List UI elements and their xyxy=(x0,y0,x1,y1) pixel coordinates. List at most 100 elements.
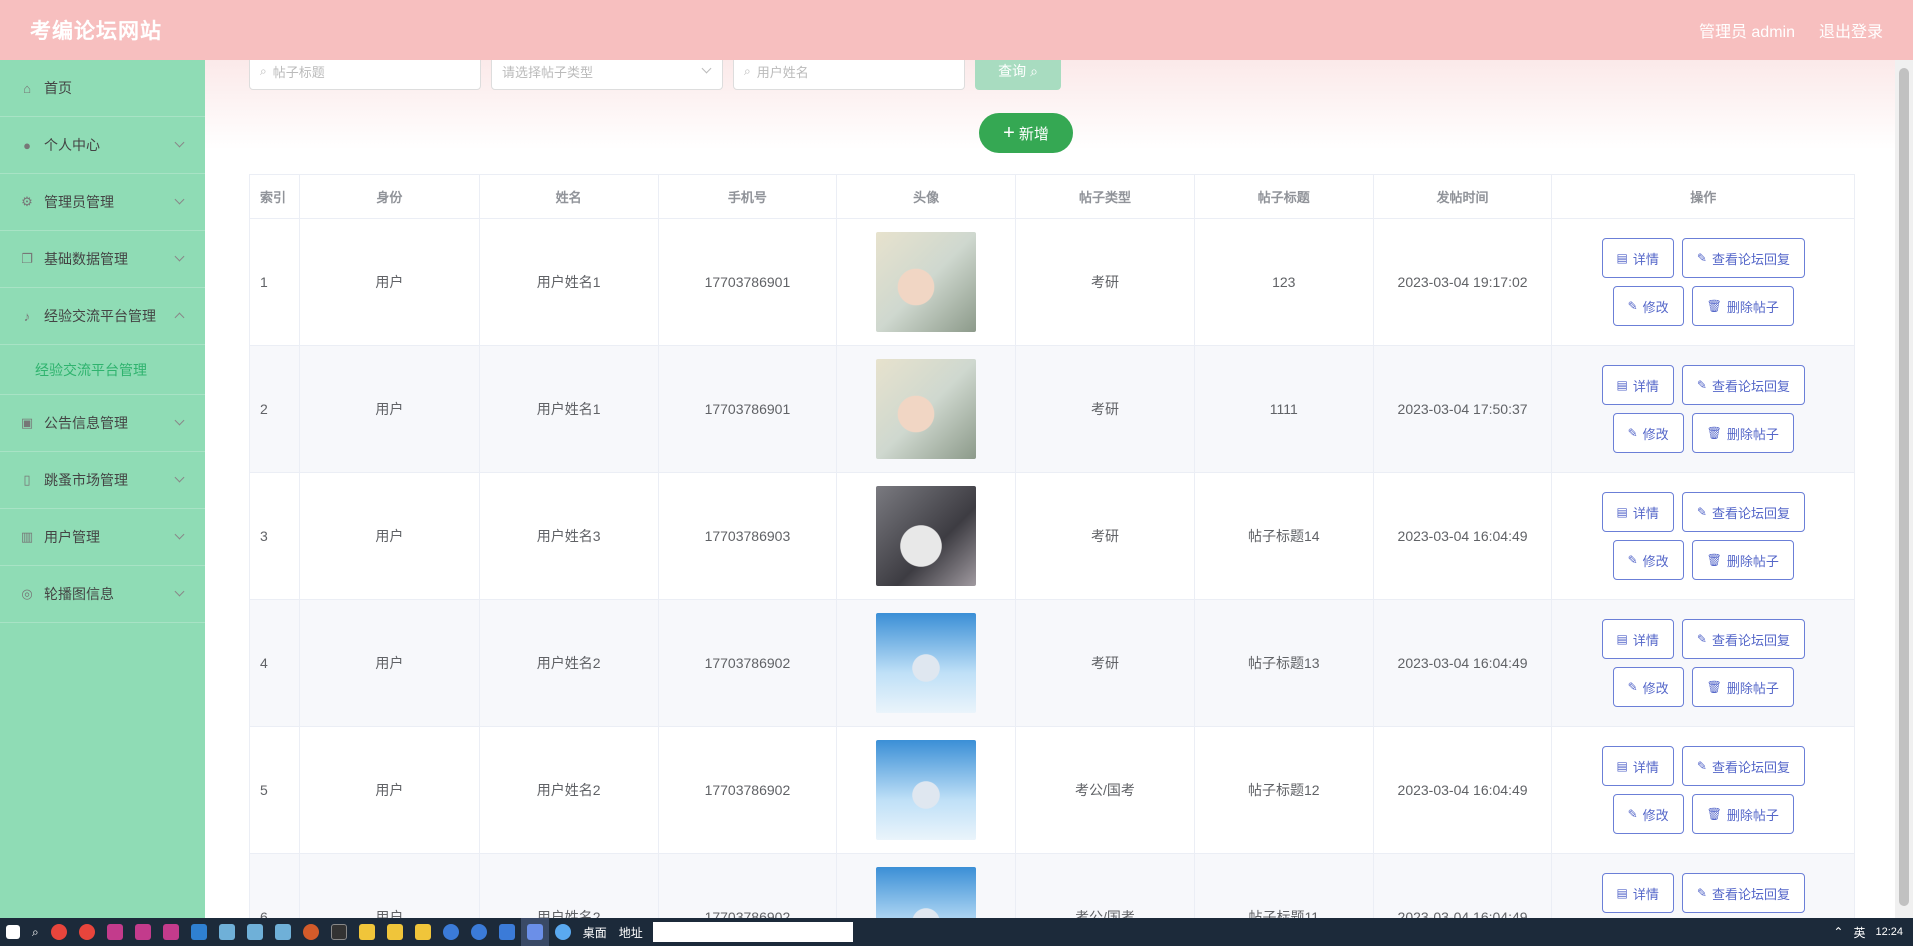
name-cell: 用户姓名1 xyxy=(480,346,659,472)
taskbar-app[interactable] xyxy=(185,918,213,946)
detail-button[interactable]: ▤ 详情 xyxy=(1601,492,1674,532)
taskbar-app[interactable] xyxy=(520,918,549,946)
delete-post-button[interactable]: 🗑 删除帖子 xyxy=(1691,540,1794,580)
posts-table: 索引 身份 姓名 手机号 头像 帖子类型 帖子标题 发帖时间 操作 1 用户 用户姓… xyxy=(249,174,1855,918)
edit-button[interactable]: ✎ 修改 xyxy=(1612,540,1684,580)
edit-button[interactable]: ✎ 修改 xyxy=(1612,286,1684,326)
detail-button[interactable]: ▤ 详情 xyxy=(1601,238,1674,278)
view-reply-label: 查看论坛回复 xyxy=(1711,632,1790,648)
taskbar-app[interactable] xyxy=(297,918,325,946)
top-header: 考编论坛网站 管理员 admin 退出登录 xyxy=(0,0,1913,60)
start-button[interactable] xyxy=(0,918,26,946)
taskbar-app[interactable] xyxy=(325,918,353,946)
trash-icon: 🗑 xyxy=(1706,426,1722,440)
taskbar-app[interactable] xyxy=(269,918,297,946)
app-icon xyxy=(470,924,487,940)
chevron-down-icon xyxy=(174,194,185,205)
app-icon xyxy=(498,924,515,940)
taskbar-app[interactable] xyxy=(353,918,381,946)
edit-button[interactable]: ✎ 修改 xyxy=(1612,667,1684,707)
detail-button[interactable]: ▤ 详情 xyxy=(1601,873,1674,913)
taskbar-app[interactable] xyxy=(409,918,437,946)
sidebar-item-announcements[interactable]: ▣ 公告信息管理 xyxy=(0,395,205,452)
taskbar-app[interactable] xyxy=(73,918,101,946)
post-type-cell: 考研 xyxy=(1016,473,1195,599)
submenu-experience-exchange[interactable]: 经验交流平台管理 xyxy=(0,345,205,395)
taskbar-app[interactable] xyxy=(213,918,241,946)
edit-button[interactable]: ✎ 修改 xyxy=(1612,413,1684,453)
role-cell: 用户 xyxy=(300,600,480,726)
taskbar-app[interactable] xyxy=(45,918,73,946)
view-reply-button[interactable]: ✎ 查看论坛回复 xyxy=(1681,238,1805,278)
ops-line: ✎ 修改 🗑 删除帖子 xyxy=(1612,413,1794,453)
sidebar-item-admin-management[interactable]: ⚙ 管理员管理 xyxy=(0,174,205,231)
sidebar-item-user-management[interactable]: ▥ 用户管理 xyxy=(0,509,205,566)
delete-post-button[interactable]: 🗑 删除帖子 xyxy=(1691,413,1794,453)
sidebar-item-flea-market[interactable]: ▯ 跳蚤市场管理 xyxy=(0,452,205,509)
clock-time: 12:24 xyxy=(1875,925,1903,938)
address-input[interactable] xyxy=(652,922,853,942)
taskbar-app[interactable] xyxy=(549,918,577,946)
address-toolbar[interactable]: 地址 xyxy=(613,918,859,946)
view-reply-button[interactable]: ✎ 查看论坛回复 xyxy=(1681,365,1805,405)
taskbar-app[interactable] xyxy=(129,918,157,946)
add-button[interactable]: + 新增 xyxy=(979,113,1073,153)
tray-chevron-icon[interactable]: ⌃ xyxy=(1833,925,1843,939)
search-icon: ⌕ xyxy=(260,63,267,78)
post-title-cell: 帖子标题14 xyxy=(1195,473,1374,599)
sidebar-item-carousel[interactable]: ◎ 轮播图信息 xyxy=(0,566,205,623)
sidebar-item-home[interactable]: ⌂ 首页 xyxy=(0,60,205,117)
header-cell: 帖子类型 xyxy=(1016,175,1195,218)
taskbar-app[interactable] xyxy=(157,918,185,946)
username-search-input[interactable]: ⌕ 用户姓名 xyxy=(733,60,965,90)
taskbar-app[interactable] xyxy=(493,918,521,946)
snail-icon xyxy=(302,924,319,940)
detail-button[interactable]: ▤ 详情 xyxy=(1601,365,1674,405)
taskbar-search[interactable]: ⌕ xyxy=(26,918,45,946)
admin-label[interactable]: 管理员 admin xyxy=(1699,18,1795,42)
chrome-icon xyxy=(50,924,67,940)
detail-button[interactable]: ▤ 详情 xyxy=(1601,746,1674,786)
edit-label: 修改 xyxy=(1642,680,1669,696)
header-cell: 姓名 xyxy=(480,175,659,218)
taskbar-app[interactable] xyxy=(241,918,269,946)
delete-post-button[interactable]: 🗑 删除帖子 xyxy=(1691,667,1794,707)
clock[interactable]: 12:24 xyxy=(1875,926,1903,939)
view-reply-button[interactable]: ✎ 查看论坛回复 xyxy=(1681,492,1805,532)
edit-icon: ✎ xyxy=(1696,632,1707,646)
view-reply-button[interactable]: ✎ 查看论坛回复 xyxy=(1681,619,1805,659)
scrollbar-thumb[interactable] xyxy=(1899,68,1909,906)
idea-icon xyxy=(106,924,123,940)
taskbar-app[interactable] xyxy=(437,918,465,946)
sidebar-item-base-data[interactable]: ❐ 基础数据管理 xyxy=(0,231,205,288)
post-type-select[interactable]: 请选择帖子类型 xyxy=(491,60,723,90)
table-row: 3 用户 用户姓名3 17703786903 考研 帖子标题14 2023-03-04 16… xyxy=(250,473,1854,600)
ops-cell: ▤ 详情 ✎ 查看论坛回复 ✎ 修改 🗑 删除帖子 xyxy=(1552,727,1854,853)
taskbar-app[interactable] xyxy=(101,918,129,946)
ops-line: ▤ 详情 ✎ 查看论坛回复 xyxy=(1601,619,1805,659)
header-cell: 身份 xyxy=(300,175,480,218)
avatar-cell xyxy=(837,473,1017,599)
table-row: 5 用户 用户姓名2 17703786902 考公/国考 帖子标题12 2023-03-04… xyxy=(250,727,1854,854)
user-icon: ● xyxy=(23,137,31,153)
avatar-cell xyxy=(837,600,1017,726)
detail-button[interactable]: ▤ 详情 xyxy=(1601,619,1674,659)
view-reply-button[interactable]: ✎ 查看论坛回复 xyxy=(1681,746,1805,786)
ime-indicator[interactable]: 英 xyxy=(1853,924,1865,941)
avatar-cell xyxy=(837,727,1017,853)
desktop-toolbar[interactable]: 桌面 xyxy=(577,918,613,946)
name-cell: 用户姓名1 xyxy=(480,219,659,345)
view-reply-button[interactable]: ✎ 查看论坛回复 xyxy=(1681,873,1805,913)
table-row: 4 用户 用户姓名2 17703786902 考研 帖子标题13 2023-03-04 16… xyxy=(250,600,1854,727)
delete-post-button[interactable]: 🗑 删除帖子 xyxy=(1691,794,1794,834)
taskbar-app[interactable] xyxy=(465,918,493,946)
edit-icon: ✎ xyxy=(1627,680,1638,694)
sidebar-item-experience-exchange[interactable]: ♪ 经验交流平台管理 xyxy=(0,288,205,345)
edit-button[interactable]: ✎ 修改 xyxy=(1612,794,1684,834)
sidebar-item-personal-center[interactable]: ● 个人中心 xyxy=(0,117,205,174)
delete-post-button[interactable]: 🗑 删除帖子 xyxy=(1691,286,1794,326)
query-button[interactable]: 查询 ⌕ xyxy=(975,60,1061,90)
title-search-input[interactable]: ⌕ 帖子标题 xyxy=(249,60,481,90)
logout-link[interactable]: 退出登录 xyxy=(1819,18,1883,42)
taskbar-app[interactable] xyxy=(381,918,409,946)
